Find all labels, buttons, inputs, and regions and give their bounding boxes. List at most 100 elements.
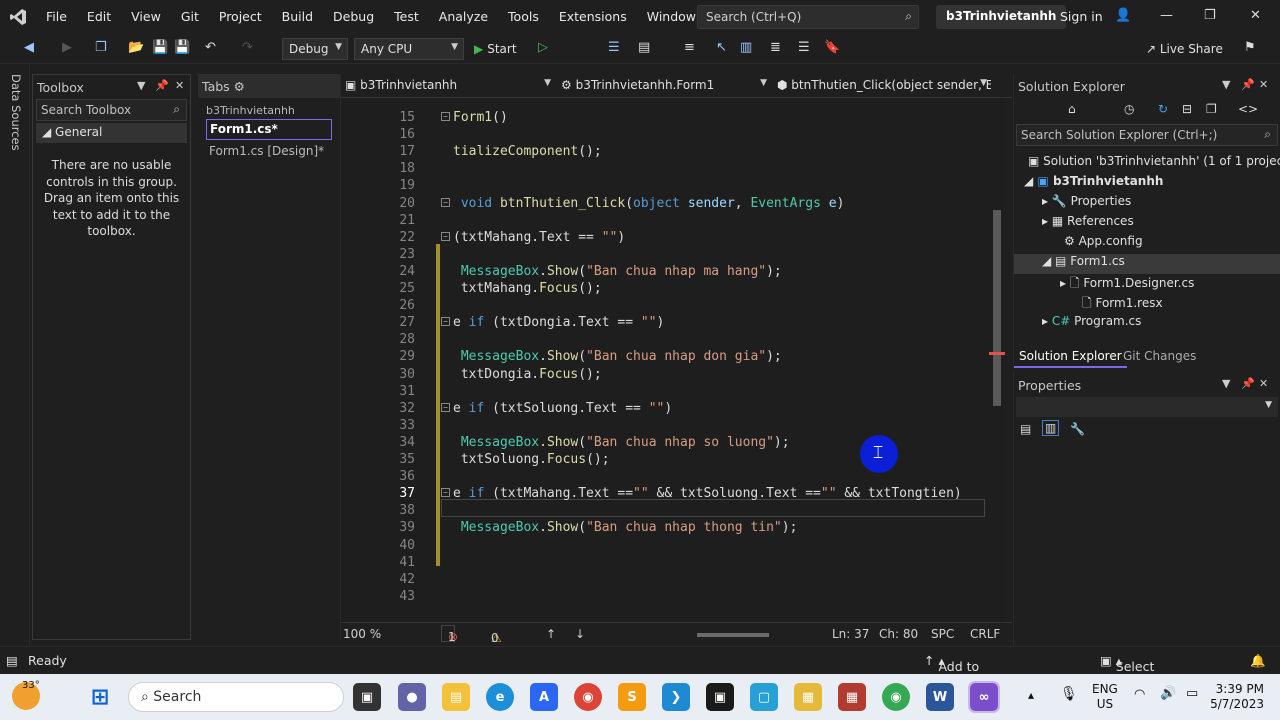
tab-solution-explorer[interactable]: Solution Explorer xyxy=(1014,346,1127,368)
teams-icon[interactable]: ● xyxy=(398,683,426,711)
configuration-dropdown[interactable]: Debug ▼ xyxy=(282,38,348,60)
code-line[interactable]: 40 xyxy=(341,538,989,555)
fold-toggle-icon[interactable]: − xyxy=(441,317,450,327)
horizontal-scrollbar-thumb[interactable] xyxy=(697,633,769,637)
open-folder-icon[interactable]: 📂 xyxy=(128,40,144,55)
visual-studio-logo-icon[interactable] xyxy=(0,0,36,34)
close-icon[interactable]: ✕ xyxy=(175,79,184,92)
code-line[interactable]: 24 MessageBox.Show("Ban chua nhap ma han… xyxy=(341,264,989,281)
code-line[interactable]: 20 − void btnThutien_Click(object sender,… xyxy=(341,196,989,213)
solution-search-input[interactable]: Search Solution Explorer (Ctrl+;) ⌕ xyxy=(1016,124,1278,146)
bookmark-icon[interactable]: 🔖 xyxy=(824,40,840,55)
taskbar-search-box[interactable]: ⌕ Search xyxy=(128,682,344,712)
tray-chevron-icon[interactable]: ▴ xyxy=(1028,688,1034,702)
search-input[interactable]: Search (Ctrl+Q) ⌕ xyxy=(697,5,919,29)
arrow-up-icon[interactable]: ↑ xyxy=(546,627,556,641)
chrome-profile-icon[interactable]: ◉ xyxy=(882,683,910,711)
tab-git-changes[interactable]: Git Changes xyxy=(1118,346,1201,368)
comment-icon[interactable]: ☰ xyxy=(798,40,810,55)
clock[interactable]: 3:39 PM 5/7/2023 xyxy=(1208,682,1264,712)
restore-button[interactable]: ❐ xyxy=(1204,8,1216,23)
home-icon[interactable]: ⌂ xyxy=(1068,102,1076,116)
code-line[interactable]: 43 xyxy=(341,589,989,606)
new-project-icon[interactable]: ❐ xyxy=(95,40,107,55)
code-line[interactable]: 21 xyxy=(341,213,989,230)
arrow-down-icon[interactable]: ↓ xyxy=(575,627,585,641)
save-icon[interactable]: 💾 xyxy=(152,40,168,55)
fold-toggle-icon[interactable]: − xyxy=(441,488,450,498)
code-icon[interactable]: <> xyxy=(1238,102,1258,116)
class-dropdown[interactable]: ⚙ b3Trinhvietanhh.Form1 ▼ xyxy=(559,78,771,96)
platform-dropdown[interactable]: Any CPU ▼ xyxy=(354,38,464,60)
fold-toggle-icon[interactable]: − xyxy=(441,112,450,121)
menu-item-view[interactable]: View xyxy=(121,0,171,34)
back-icon[interactable]: ◀ xyxy=(24,40,34,55)
chevron-down-icon[interactable]: ▼ xyxy=(1222,78,1230,91)
tab-form1-cs[interactable]: Form1.cs* xyxy=(206,119,332,140)
code-line[interactable]: 41 xyxy=(341,555,989,572)
code-line[interactable]: 19 xyxy=(341,178,989,195)
sublime-icon[interactable]: S xyxy=(618,683,646,711)
fold-toggle-icon[interactable]: − xyxy=(441,197,450,207)
code-editor[interactable]: 15− Form1() 16 17 tializeComponent(); 18 19 20−… xyxy=(341,98,989,622)
pin-icon[interactable]: 📌 xyxy=(155,79,169,92)
browse-icon[interactable]: ☰ xyxy=(608,40,620,55)
gear-icon[interactable]: ⚙ xyxy=(234,79,245,94)
code-line[interactable]: 15 − Form1() xyxy=(341,110,989,127)
code-line[interactable]: 26 xyxy=(341,298,989,315)
code-line[interactable]: 16 xyxy=(341,127,989,144)
notification-bell-icon[interactable]: 🔔 xyxy=(1250,653,1266,669)
volume-icon[interactable]: 🔊 xyxy=(1160,686,1176,701)
tree-item-form1-designer[interactable]: ▸ 🗋 Form1.Designer.cs xyxy=(1060,274,1194,294)
menu-item-window[interactable]: Window xyxy=(637,0,706,34)
feedback-icon[interactable]: ⚑ xyxy=(1244,40,1256,55)
pin-icon[interactable]: 📌 xyxy=(1241,78,1255,91)
menu-item-analyze[interactable]: Analyze xyxy=(429,0,498,34)
code-line[interactable]: 22 − (txtMahang.Text == "") xyxy=(341,230,989,247)
chevron-down-icon[interactable]: ▼ xyxy=(1222,377,1230,390)
member-dropdown[interactable]: ⬢ btnThutien_Click(object sender, Ev ▼ xyxy=(775,78,991,96)
menu-item-edit[interactable]: Edit xyxy=(77,0,121,34)
toolbox-search-input[interactable]: Search Toolbox ⌕ xyxy=(36,99,187,121)
tab-form1-design[interactable]: Form1.cs [Design]* xyxy=(206,142,332,163)
task-view-icon[interactable]: ▣ xyxy=(353,683,381,711)
whitespace-indicator[interactable]: SPC xyxy=(931,627,954,641)
app-icon-a[interactable]: A xyxy=(530,683,558,711)
history-icon[interactable]: ◷ xyxy=(1124,102,1134,116)
language-indicator[interactable]: ENG US xyxy=(1092,682,1118,712)
code-line[interactable]: 27 − e if (txtDongia.Text == "") xyxy=(341,315,989,332)
minimize-button[interactable]: — xyxy=(1160,8,1173,23)
menu-item-file[interactable]: File xyxy=(36,0,77,34)
microphone-icon[interactable]: 🎙 xyxy=(1060,686,1078,702)
word-icon[interactable]: W xyxy=(926,683,954,711)
code-line[interactable]: 32 − e if (txtSoluong.Text == "") xyxy=(341,401,989,418)
start-without-debugging-icon[interactable]: ▷ xyxy=(538,40,548,55)
file-explorer-icon[interactable]: ▤ xyxy=(442,683,470,711)
project-dropdown[interactable]: ▣ b3Trinhvietanhh ▼ xyxy=(343,78,555,96)
app-icon-d[interactable]: ▦ xyxy=(794,683,822,711)
menu-item-tools[interactable]: Tools xyxy=(498,0,549,34)
solution-title-badge[interactable]: b3Trinhvietanhh xyxy=(936,5,1067,29)
pointer-icon[interactable]: ↖ xyxy=(716,40,727,55)
properties-object-dropdown[interactable]: ▼ xyxy=(1016,397,1278,417)
tree-item-form1[interactable]: ◢ ▤ Form1.cs xyxy=(1014,254,1280,274)
data-sources-tab[interactable]: Data Sources xyxy=(9,74,23,151)
account-icon[interactable]: 👤 xyxy=(1115,8,1131,23)
code-line[interactable]: 18 xyxy=(341,161,989,178)
collapse-all-icon[interactable]: ⊟ xyxy=(1182,102,1192,116)
menu-item-debug[interactable]: Debug xyxy=(323,0,384,34)
tree-item-program[interactable]: ▸ C# Program.cs xyxy=(1042,314,1141,334)
wifi-icon[interactable]: ◠ xyxy=(1134,687,1145,702)
tree-solution[interactable]: ▣ Solution 'b3Trinhvietanhh' (1 of 1 pro… xyxy=(1028,154,1280,174)
forward-icon[interactable]: ▶ xyxy=(62,40,72,55)
app-icon-b[interactable]: ▣ xyxy=(706,683,734,711)
tree-project[interactable]: ◢ ▣ b3Trinhvietanhh xyxy=(1024,174,1163,194)
sign-in-link[interactable]: Sign in xyxy=(1060,9,1103,24)
code-line[interactable]: 37 − e if (txtMahang.Text =="" && txtSoluo… xyxy=(341,486,989,503)
alphabetical-icon[interactable]: ▥ xyxy=(1042,420,1060,436)
vscode-icon[interactable]: ❯ xyxy=(662,683,690,711)
start-button[interactable]: ▶ Start xyxy=(474,42,517,56)
code-line[interactable]: 33 xyxy=(341,418,989,435)
battery-icon[interactable]: ▭ xyxy=(1186,686,1198,701)
wrench-icon[interactable]: 🔧 xyxy=(1070,422,1085,436)
